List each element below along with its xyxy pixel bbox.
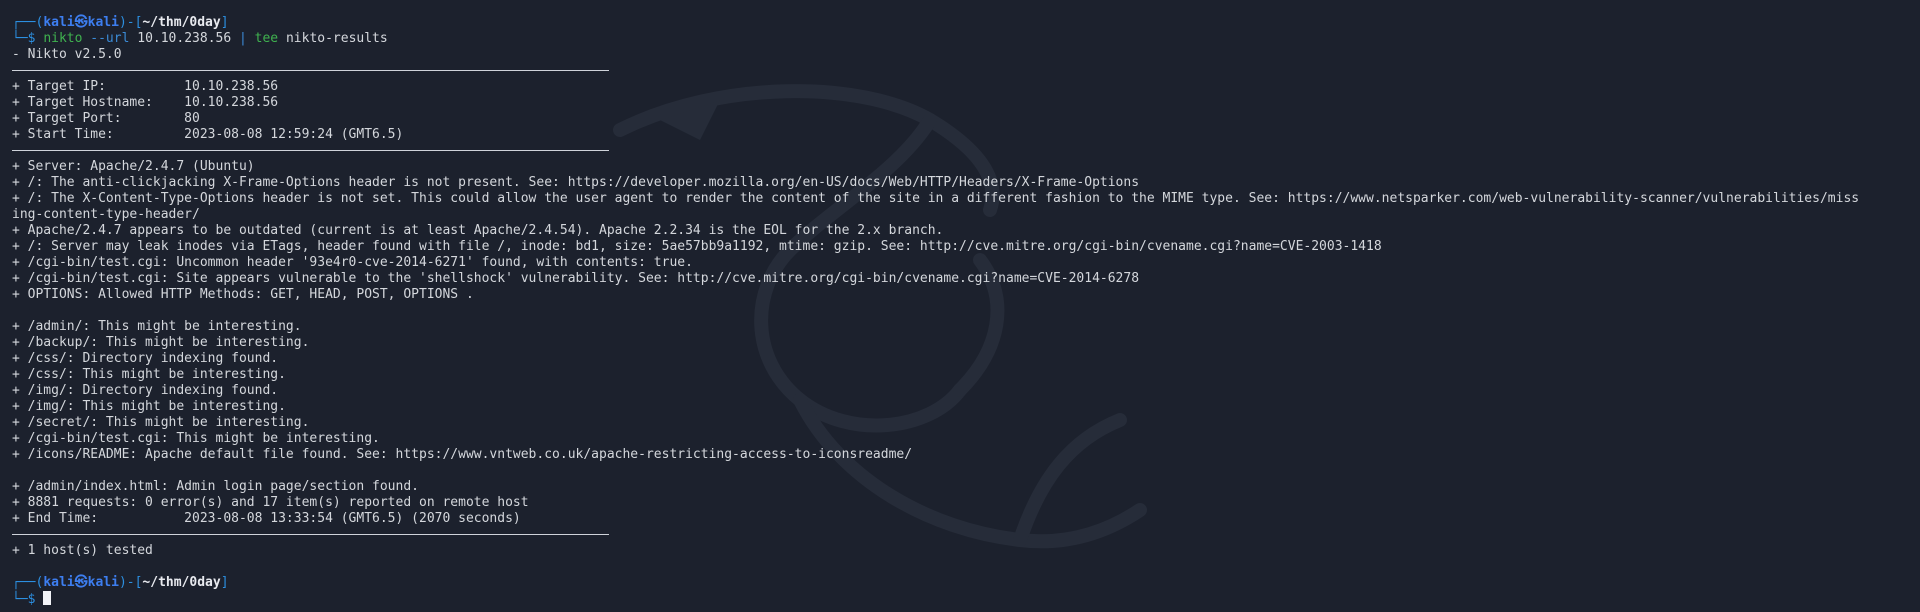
dir-finding-line: + /secret/: This might be interesting. — [12, 415, 310, 430]
text-cursor[interactable] — [43, 591, 52, 605]
command-target: 10.10.238.56 — [137, 31, 232, 46]
finding-line: + Server: Apache/2.4.7 (Ubuntu) — [12, 159, 255, 174]
dir-finding-line: + /img/: Directory indexing found. — [12, 383, 279, 398]
summary-line: + 8881 requests: 0 error(s) and 17 item(… — [12, 495, 529, 510]
hosts-tested: + 1 host(s) tested — [12, 543, 153, 558]
target-hostname: + Target Hostname: 10.10.238.56 — [12, 95, 279, 110]
command-name: nikto — [43, 31, 83, 46]
command-line[interactable]: └─$ nikto --url 10.10.238.56 | tee nikto… — [12, 31, 1920, 47]
prompt-path-end: ] — [220, 15, 229, 30]
target-port: + Target Port: 80 — [12, 111, 200, 126]
prompt-separator: )-[ — [118, 575, 143, 590]
nikto-version: - Nikto v2.5.0 — [12, 47, 122, 62]
dir-finding-line: + /css/: Directory indexing found. — [12, 351, 279, 366]
prompt-path-end: ] — [220, 575, 229, 590]
start-time: + Start Time: 2023-08-08 12:59:24 (GMT6.… — [12, 127, 404, 142]
separator-line — [12, 143, 609, 159]
command-tee: tee — [254, 31, 279, 46]
dir-finding-line: + /img/: This might be interesting. — [12, 399, 286, 414]
dir-finding-line: + /backup/: This might be interesting. — [12, 335, 310, 350]
finding-line: + /cgi-bin/test.cgi: Site appears vulner… — [12, 271, 1140, 286]
dir-finding-line: + /css/: This might be interesting. — [12, 367, 286, 382]
prompt-dollar: └─$ — [12, 592, 44, 607]
summary-line: + /admin/index.html: Admin login page/se… — [12, 479, 419, 494]
separator-line — [12, 63, 609, 79]
finding-line: ing-content-type-header/ — [12, 207, 200, 222]
prompt-box-top: ┌──( — [12, 15, 44, 30]
dir-finding-line: + /admin/: This might be interesting. — [12, 319, 302, 334]
prompt-path: ~/thm/0day — [142, 15, 221, 30]
prompt-user: kali㉿kali — [43, 575, 119, 590]
prompt-user: kali㉿kali — [43, 15, 119, 30]
dir-finding-line: + /icons/README: Apache default file fou… — [12, 447, 913, 462]
command-outfile: nikto-results — [285, 31, 388, 46]
finding-line: + Apache/2.4.7 appears to be outdated (c… — [12, 223, 944, 238]
prompt-box-top: ┌──( — [12, 575, 44, 590]
finding-line: + /cgi-bin/test.cgi: Uncommon header '93… — [12, 255, 693, 270]
terminal-window[interactable]: ┌──(kali㉿kali)-[~/thm/0day] └─$ nikto --… — [0, 0, 1920, 612]
finding-line: + OPTIONS: Allowed HTTP Methods: GET, HE… — [12, 287, 474, 302]
prompt-line-top: ┌──(kali㉿kali)-[~/thm/0day] — [12, 575, 1920, 591]
target-ip: + Target IP: 10.10.238.56 — [12, 79, 279, 94]
dir-finding-line: + /cgi-bin/test.cgi: This might be inter… — [12, 431, 380, 446]
finding-line: + /: The X-Content-Type-Options header i… — [12, 191, 1860, 206]
input-line[interactable]: └─$ — [12, 591, 1920, 608]
prompt-path: ~/thm/0day — [142, 575, 221, 590]
finding-line: + /: The anti-clickjacking X-Frame-Optio… — [12, 175, 1140, 190]
command-pipe: | — [239, 31, 247, 46]
prompt-separator: )-[ — [118, 15, 143, 30]
prompt-dollar: └─$ — [12, 31, 44, 46]
separator-line — [12, 527, 609, 543]
prompt-line-top: ┌──(kali㉿kali)-[~/thm/0day] — [12, 15, 1920, 31]
finding-line: + /: Server may leak inodes via ETags, h… — [12, 239, 1382, 254]
command-option: --url — [90, 31, 130, 46]
end-time: + End Time: 2023-08-08 13:33:54 (GMT6.5)… — [12, 511, 521, 526]
